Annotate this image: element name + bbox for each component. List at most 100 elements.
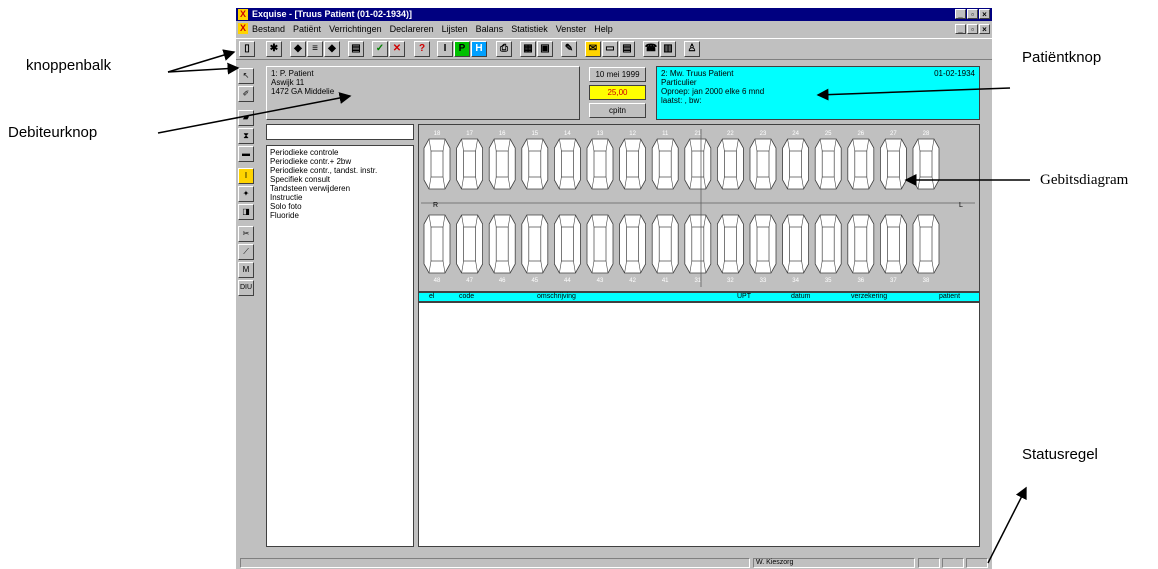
history-view-icon[interactable]: H	[471, 41, 487, 57]
tooth-15[interactable]	[521, 138, 549, 190]
tooth-25[interactable]	[814, 138, 842, 190]
menu-patient[interactable]: Patiënt	[293, 22, 321, 36]
cabinet-icon[interactable]: ▥	[660, 41, 676, 57]
doc-restore-button[interactable]: ▫	[967, 24, 978, 34]
print-icon[interactable]: ⎙	[496, 41, 512, 57]
tooth-35[interactable]	[814, 214, 842, 274]
menu-declareren[interactable]: Declareren	[390, 22, 434, 36]
tooth-45[interactable]	[521, 214, 549, 274]
tooth-number: 13	[597, 131, 604, 137]
pen-icon[interactable]: ✎	[561, 41, 577, 57]
menu-help[interactable]: Help	[594, 22, 613, 36]
cpitn-button[interactable]: cpitn	[589, 103, 646, 118]
tooth-18[interactable]	[423, 138, 451, 190]
navigate-icon[interactable]: ◆	[324, 41, 340, 57]
procedure-search-input[interactable]	[266, 124, 414, 140]
list-item[interactable]: Fluoride	[270, 211, 410, 220]
tooth-31[interactable]	[684, 214, 712, 274]
tooth-17[interactable]	[456, 138, 483, 190]
implant-icon[interactable]: I	[238, 168, 254, 184]
patient-button[interactable]: 2: Mw. Truus Patient 01-02-1934 Particul…	[656, 66, 980, 120]
tooth-37[interactable]	[879, 214, 907, 274]
missing-tooth-icon[interactable]: M	[238, 262, 254, 278]
window-icon[interactable]: ▭	[602, 41, 618, 57]
tool-icon[interactable]: ✱	[266, 41, 282, 57]
tooth-38[interactable]	[912, 214, 940, 274]
list-item[interactable]: Instructie	[270, 193, 410, 202]
prosthesis-icon[interactable]: ◨	[238, 204, 254, 220]
crown-icon[interactable]: ⧗	[238, 128, 254, 144]
tooth-24[interactable]	[782, 138, 810, 190]
tooth-13[interactable]	[586, 138, 614, 190]
tooth-43[interactable]	[586, 214, 614, 274]
close-button[interactable]: ×	[979, 9, 990, 19]
tooth-48[interactable]	[423, 214, 451, 274]
diu-icon[interactable]: DIU	[238, 280, 254, 296]
chair-icon[interactable]: ♙	[684, 41, 700, 57]
root-canal-icon[interactable]: ✂	[238, 226, 254, 242]
list-icon[interactable]: ≡	[307, 41, 323, 57]
list-item[interactable]: Periodieke controle	[270, 148, 410, 157]
card-icon[interactable]: ▣	[537, 41, 553, 57]
phone-icon[interactable]: ☎	[643, 41, 659, 57]
calculator-icon[interactable]: ▦	[520, 41, 536, 57]
screen-icon[interactable]: ▤	[619, 41, 635, 57]
checkmark-icon[interactable]: ✓	[372, 41, 388, 57]
envelope-icon[interactable]: ✉	[585, 41, 601, 57]
form-icon[interactable]: ▤	[348, 41, 364, 57]
tooth-26[interactable]	[847, 138, 875, 190]
tooth-44[interactable]	[553, 214, 581, 274]
status-segment-main	[240, 558, 750, 568]
tooth-21[interactable]	[684, 138, 712, 190]
tooth-42[interactable]	[619, 214, 647, 274]
list-item[interactable]: Specifiek consult	[270, 175, 410, 184]
tooth-46[interactable]	[488, 214, 516, 274]
tooth-12[interactable]	[619, 138, 647, 190]
line-icon[interactable]: ⟋	[238, 244, 254, 260]
tooth-36[interactable]	[847, 214, 875, 274]
minimize-button[interactable]: _	[955, 9, 966, 19]
tooth-16[interactable]	[488, 138, 516, 190]
date-button[interactable]: 10 mei 1999	[589, 67, 646, 82]
new-document-icon[interactable]: ▯	[239, 41, 255, 57]
treatment-table[interactable]	[418, 302, 980, 547]
debtor-button[interactable]: 1: P. Patient Aswijk 11 1472 GA Middelie	[266, 66, 580, 120]
menu-balans[interactable]: Balans	[476, 22, 504, 36]
tooth-11[interactable]	[651, 138, 679, 190]
patient-view-icon[interactable]: P	[454, 41, 470, 57]
list-item[interactable]: Tandsteen verwijderen	[270, 184, 410, 193]
move-icon[interactable]: ◆	[290, 41, 306, 57]
list-item[interactable]: Periodieke contr., tandst. instr.	[270, 166, 410, 175]
tooth-23[interactable]	[749, 138, 777, 190]
tooth-14[interactable]	[553, 138, 581, 190]
menu-verrichtingen[interactable]: Verrichtingen	[329, 22, 382, 36]
menu-venster[interactable]: Venster	[556, 22, 587, 36]
extraction-icon[interactable]: ✦	[238, 186, 254, 202]
tooth-27[interactable]	[879, 138, 907, 190]
filling-icon[interactable]: ▰	[238, 110, 254, 126]
menu-bestand[interactable]: Bestand	[252, 22, 285, 36]
pointer-icon[interactable]: ↖	[238, 68, 254, 84]
list-item[interactable]: Periodieke contr.+ 2bw	[270, 157, 410, 166]
menu-statistiek[interactable]: Statistiek	[511, 22, 548, 36]
tooth-33[interactable]	[749, 214, 777, 274]
doc-minimize-button[interactable]: _	[955, 24, 966, 34]
list-item[interactable]: Solo foto	[270, 202, 410, 211]
info-icon[interactable]: I	[437, 41, 453, 57]
tooth-28[interactable]	[912, 138, 940, 190]
brush-icon[interactable]: ✐	[238, 86, 254, 102]
tooth-22[interactable]	[716, 138, 744, 190]
menu-lijsten[interactable]: Lijsten	[442, 22, 468, 36]
doc-close-button[interactable]: ×	[979, 24, 990, 34]
tooth-41[interactable]	[651, 214, 679, 274]
document-icon[interactable]: X	[238, 23, 248, 34]
restore-button[interactable]: ▫	[967, 9, 978, 19]
tooth-47[interactable]	[456, 214, 483, 274]
tooth-32[interactable]	[716, 214, 744, 274]
cancel-icon[interactable]: ✕	[389, 41, 405, 57]
help-icon[interactable]: ?	[414, 41, 430, 57]
procedure-list[interactable]: Periodieke controle Periodieke contr.+ 2…	[266, 145, 414, 547]
amount-field[interactable]: 25,00	[589, 85, 646, 100]
bridge-icon[interactable]: ▬	[238, 146, 254, 162]
tooth-34[interactable]	[782, 214, 810, 274]
